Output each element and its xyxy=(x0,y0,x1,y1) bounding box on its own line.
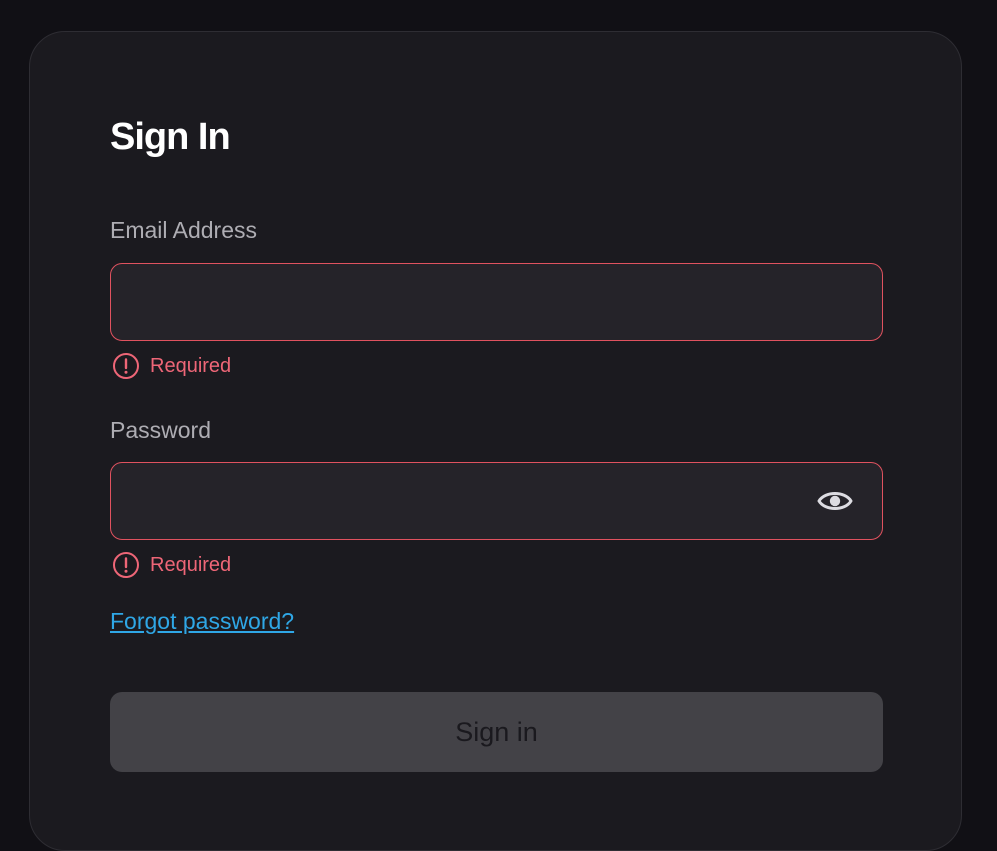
eye-icon[interactable] xyxy=(816,486,854,516)
email-error-text: Required xyxy=(150,355,232,377)
password-error: Required xyxy=(112,551,231,579)
email-field-wrapper xyxy=(110,263,883,341)
password-field[interactable] xyxy=(111,463,882,539)
page-title: Sign In xyxy=(110,116,231,158)
password-error-text: Required xyxy=(150,554,232,576)
forgot-password-link[interactable]: Forgot password? xyxy=(110,607,294,635)
password-label: Password xyxy=(110,417,211,443)
error-icon xyxy=(112,352,140,380)
email-error: Required xyxy=(112,352,231,380)
sign-in-button[interactable]: Sign in xyxy=(110,692,883,772)
email-label: Email Address xyxy=(110,217,258,243)
email-field[interactable] xyxy=(111,264,882,340)
sign-in-card: Sign In Email Address Required Password xyxy=(29,31,962,851)
error-icon xyxy=(112,551,140,579)
password-field-wrapper xyxy=(110,462,883,540)
